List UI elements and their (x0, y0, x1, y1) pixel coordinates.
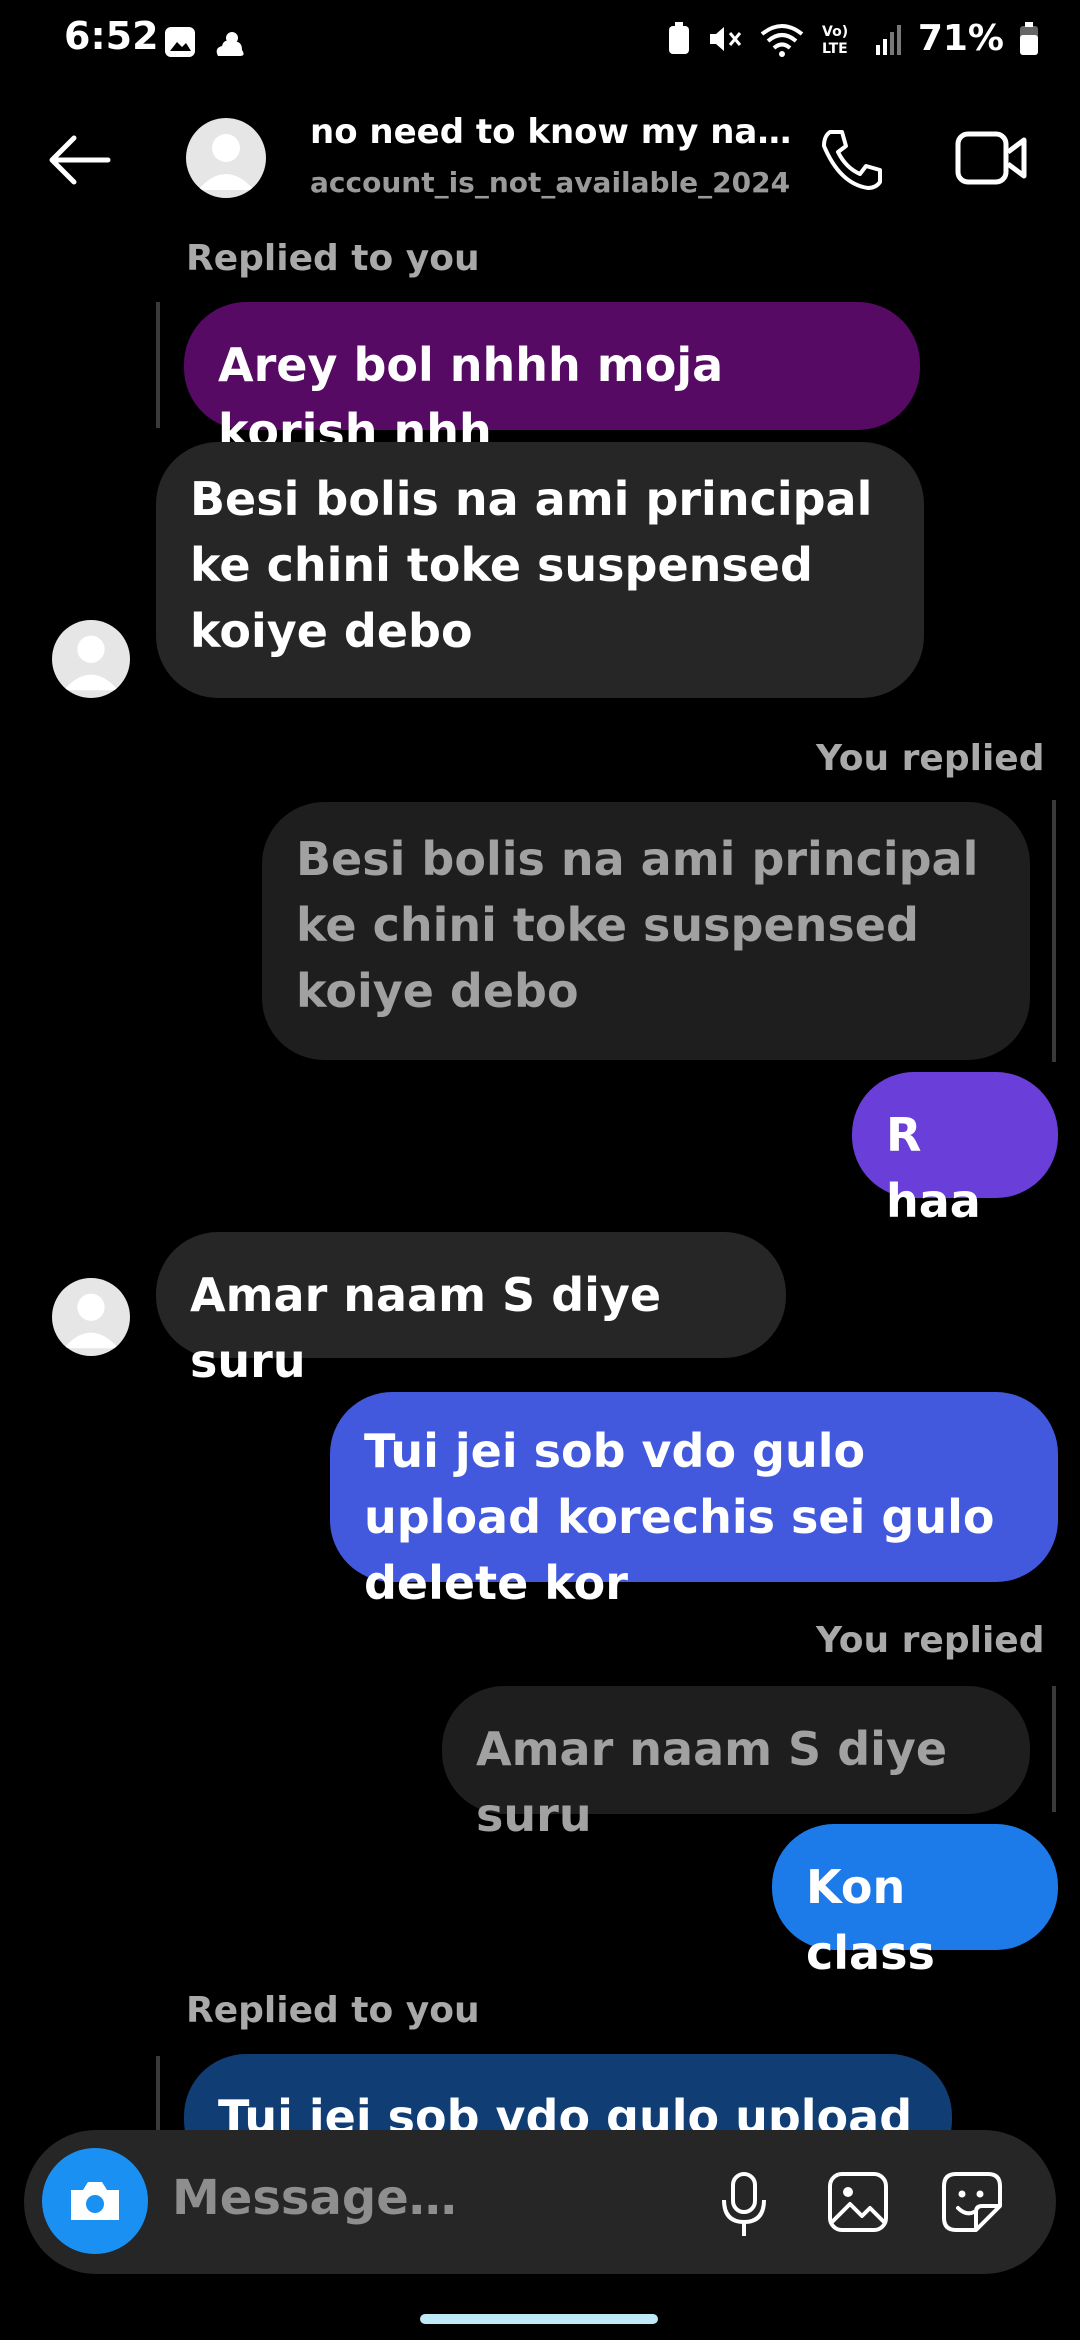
home-indicator[interactable] (420, 2314, 658, 2324)
reply-bar (1052, 1686, 1056, 1812)
outgoing-message[interactable]: Kon class (772, 1824, 1058, 1980)
reply-label: Replied to you (186, 1990, 480, 2031)
weather-icon (216, 32, 244, 56)
incoming-message[interactable]: Besi bolis na ami principal ke chini tok… (156, 442, 924, 698)
contact-avatar[interactable] (186, 118, 266, 198)
reply-bar (1052, 800, 1056, 1062)
camera-icon (71, 2182, 119, 2220)
gallery-icon[interactable] (826, 2170, 890, 2234)
video-icon[interactable] (954, 128, 1028, 188)
contact-name[interactable]: no need to know my na… (310, 112, 791, 152)
quoted-message[interactable]: Tui jei sob vdo gulo upload (184, 2054, 952, 2130)
sender-avatar[interactable] (52, 1278, 130, 1356)
back-arrow-icon[interactable] (44, 130, 114, 190)
incoming-message[interactable]: Amar naam S diye suru (156, 1232, 786, 1388)
default-avatar-icon (63, 635, 119, 691)
status-time: 6:52 (64, 14, 159, 58)
quoted-message[interactable]: Arey bol nhhh moja korish nhh (184, 302, 920, 458)
reply-bar (156, 2056, 160, 2130)
quoted-message[interactable]: Besi bolis na ami principal ke chini tok… (262, 802, 1030, 1060)
quoted-message-clip: Tui jei sob vdo gulo upload (184, 2054, 952, 2130)
outgoing-message[interactable]: R haa (852, 1072, 1058, 1228)
image-icon (165, 27, 195, 57)
svg-text:Vo): Vo) (822, 24, 848, 40)
reply-bar (156, 302, 160, 428)
mic-icon[interactable] (716, 2170, 772, 2240)
svg-text:LTE: LTE (822, 41, 848, 57)
battery-percent: 71% (917, 18, 1004, 59)
quoted-message[interactable]: Amar naam S diye suru (442, 1686, 1030, 1842)
status-left-icons (162, 24, 250, 60)
default-avatar-icon (63, 1293, 119, 1349)
contact-username[interactable]: account_is_not_available_2024 (310, 166, 790, 199)
reply-label: You replied (816, 1620, 1045, 1661)
volte-icon: Vo)LTE (822, 24, 848, 57)
battery-icon (1020, 21, 1038, 55)
camera-button[interactable] (42, 2148, 148, 2254)
mute-icon (709, 26, 741, 51)
reply-label: Replied to you (186, 238, 480, 279)
default-avatar-icon (198, 134, 254, 190)
sender-avatar[interactable] (52, 620, 130, 698)
message-input[interactable]: Message… (172, 2170, 457, 2226)
phone-icon[interactable] (816, 124, 886, 194)
battery-saver-icon (668, 21, 689, 54)
sticker-icon[interactable] (940, 2170, 1004, 2234)
wifi-icon (760, 23, 804, 57)
status-right-icons: Vo) LTE 71% (666, 18, 1040, 59)
signal-icon (875, 24, 901, 55)
reply-label: You replied (816, 738, 1045, 779)
outgoing-message[interactable]: Tui jei sob vdo gulo upload korechis sei… (330, 1392, 1058, 1610)
